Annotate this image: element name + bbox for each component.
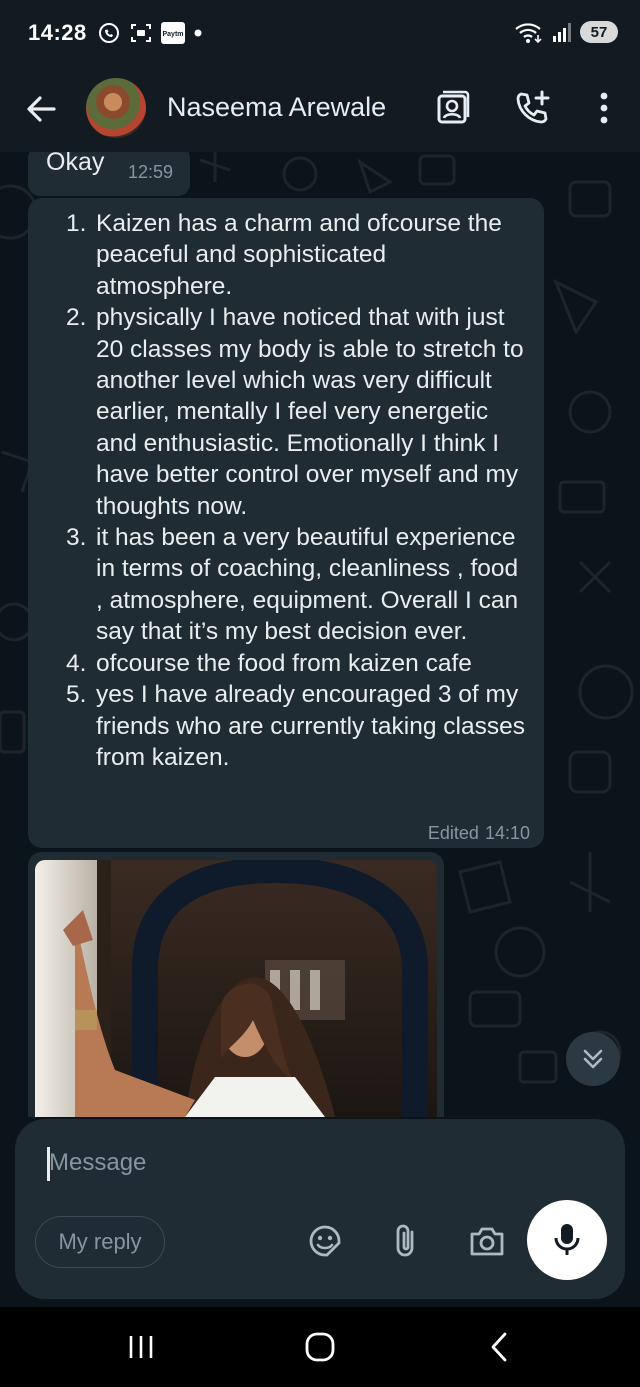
list-item: 3. it has been a very beautiful experienc… — [66, 522, 526, 648]
list-item-text: Kaizen has a charm and ofcourse the peac… — [96, 210, 502, 300]
edited-label: Edited — [427, 823, 479, 843]
list-item-text: it has been a very beautiful experience … — [96, 524, 519, 646]
add-call-icon[interactable] — [512, 88, 552, 128]
back-arrow-icon[interactable] — [24, 92, 58, 126]
dot-icon — [193, 28, 203, 38]
paytm-label: Paytm — [162, 31, 183, 38]
list-item: 2. physically I have noticed that with ju… — [66, 302, 526, 522]
sticker-icon[interactable] — [305, 1221, 345, 1261]
status-bar: 14:28 Paytm 57 — [0, 0, 640, 66]
list-item-text: ofcourse the food from kaizen cafe — [96, 649, 472, 677]
list-number: 4. — [66, 649, 87, 677]
system-nav-bar — [0, 1307, 640, 1387]
paytm-icon: Paytm — [160, 22, 185, 44]
status-system-icons: 57 — [514, 20, 618, 44]
message-bubble-list[interactable]: 1. Kaizen has a charm and ofcourse the pe… — [28, 198, 544, 848]
chat-header: Naseema Arewale — [0, 66, 640, 152]
message-input[interactable] — [49, 1141, 529, 1185]
mic-icon[interactable] — [527, 1200, 607, 1280]
contact-name[interactable]: Naseema Arewale — [167, 92, 386, 123]
photo-icon[interactable] — [35, 860, 437, 1117]
list-item-text: physically I have noticed that with just… — [96, 304, 524, 520]
camera-icon[interactable] — [467, 1221, 507, 1261]
attach-icon[interactable] — [385, 1221, 425, 1261]
list-number: 2. — [66, 304, 87, 332]
message-time: 12:59 — [128, 162, 174, 182]
status-notification-icons: Paytm — [97, 21, 203, 45]
battery-level: 57 — [580, 21, 618, 43]
chat-screen: 14:28 Paytm 57 Naseema Arewale Okay 12:5… — [0, 0, 640, 1387]
screenshot-icon — [129, 21, 153, 45]
list-item: 4. ofcourse the food from kaizen cafe — [66, 648, 526, 679]
message-bubble-image[interactable] — [28, 852, 444, 1117]
list-item: 5. yes I have already encouraged 3 of my … — [66, 679, 526, 773]
signal-icon — [552, 21, 572, 43]
status-time: 14:28 — [28, 20, 87, 45]
message-bubble-okay[interactable]: Okay 12:59 — [28, 152, 190, 196]
list-item: 1. Kaizen has a charm and ofcourse the pe… — [66, 208, 526, 302]
back-icon[interactable] — [477, 1327, 521, 1367]
recents-icon[interactable] — [119, 1327, 163, 1367]
list-item-text: yes I have already encouraged 3 of my fr… — [96, 681, 525, 771]
contact-avatar[interactable] — [86, 78, 146, 138]
wifi-icon — [514, 20, 544, 44]
message-list: 1. Kaizen has a charm and ofcourse the pe… — [66, 208, 526, 773]
chat-messages-area[interactable]: Okay 12:59 1. Kaizen has a charm and ofco… — [0, 152, 640, 1117]
list-number: 1. — [66, 210, 87, 237]
home-icon[interactable] — [298, 1327, 342, 1367]
my-reply-chip[interactable]: My reply — [35, 1216, 165, 1268]
message-text: Okay — [46, 152, 105, 176]
more-vert-icon[interactable] — [584, 88, 624, 128]
message-composer: My reply — [15, 1119, 625, 1299]
list-number: 3. — [66, 524, 87, 552]
double-chevron-down-icon[interactable] — [566, 1032, 620, 1086]
list-number: 5. — [66, 681, 87, 709]
message-time: 14:10 — [484, 823, 530, 843]
contact-card-icon[interactable] — [432, 88, 472, 128]
message-meta: Edited 14:10 — [422, 823, 530, 844]
whatsapp-icon — [97, 21, 121, 45]
